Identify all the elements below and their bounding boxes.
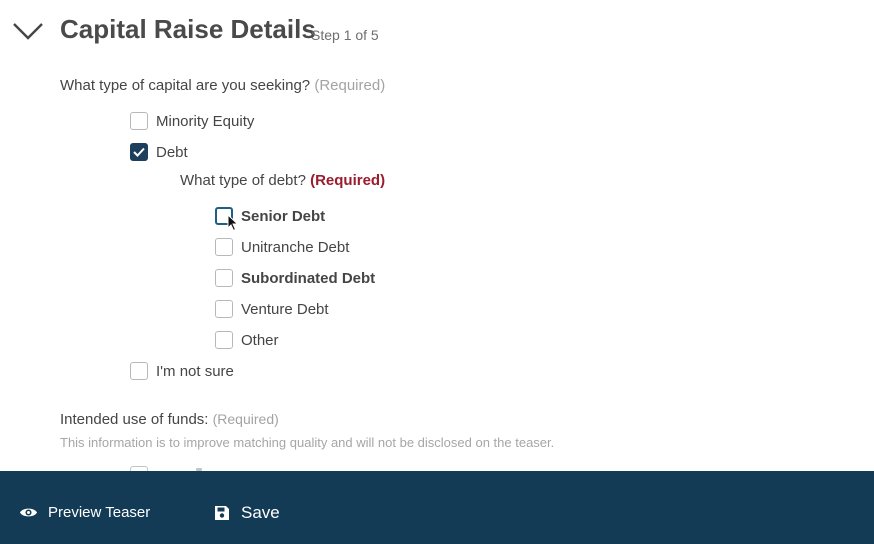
use-of-funds-question: Intended use of funds: (Required): [60, 411, 279, 428]
required-tag: (Required): [212, 411, 279, 427]
checkbox[interactable]: [215, 269, 233, 287]
option-label: Venture Debt: [241, 300, 329, 318]
option-debt[interactable]: Debt: [130, 142, 188, 162]
option-subordinated-debt[interactable]: Subordinated Debt: [215, 268, 375, 288]
use-of-funds-hint: This information is to improve matching …: [60, 435, 555, 450]
checkbox[interactable]: [130, 362, 148, 380]
option-not-sure[interactable]: I'm not sure: [130, 361, 234, 381]
option-senior-debt[interactable]: Senior Debt: [215, 206, 325, 226]
capital-type-label: What type of capital are you seeking?: [60, 77, 311, 94]
option-label: Minority Equity: [156, 112, 255, 130]
option-venture-debt[interactable]: Venture Debt: [215, 299, 329, 319]
option-label: Debt: [156, 143, 188, 161]
use-of-funds-label: Intended use of funds:: [60, 411, 209, 428]
option-label: I'm not sure: [156, 362, 234, 380]
eye-icon: [19, 508, 38, 517]
chevron-down-icon[interactable]: [12, 20, 44, 42]
debt-type-question: What type of debt? (Required): [180, 172, 385, 189]
section-header: Capital Raise Details Step 1 of 5: [0, 0, 874, 64]
floppy-disk-icon: [215, 506, 229, 520]
option-unitranche-debt[interactable]: Unitranche Debt: [215, 237, 349, 257]
option-minority-equity[interactable]: Minority Equity: [130, 111, 254, 131]
option-other[interactable]: Other: [215, 330, 279, 350]
required-tag: (Required): [314, 77, 386, 94]
option-label: Subordinated Debt: [241, 269, 376, 287]
checkbox[interactable]: [215, 300, 233, 318]
checkbox-checked[interactable]: [130, 143, 148, 161]
checkmark-icon: [133, 147, 145, 157]
save-label: Save: [241, 503, 280, 522]
checkbox[interactable]: [215, 207, 233, 225]
option-label: Senior Debt: [241, 207, 326, 225]
action-footer: Preview Teaser Save: [0, 471, 874, 544]
page-title: Capital Raise Details: [60, 14, 316, 44]
save-button[interactable]: Save: [214, 503, 280, 523]
checkbox[interactable]: [215, 331, 233, 349]
option-label: Unitranche Debt: [241, 238, 350, 256]
capital-type-question: What type of capital are you seeking? (R…: [60, 77, 385, 94]
preview-teaser-button[interactable]: Preview Teaser: [19, 504, 150, 521]
required-tag: (Required): [310, 172, 386, 189]
option-label: Other: [241, 331, 279, 349]
step-indicator: Step 1 of 5: [311, 27, 379, 43]
checkbox[interactable]: [215, 238, 233, 256]
preview-teaser-label: Preview Teaser: [48, 504, 151, 521]
checkbox[interactable]: [130, 112, 148, 130]
debt-type-label: What type of debt?: [180, 172, 306, 189]
